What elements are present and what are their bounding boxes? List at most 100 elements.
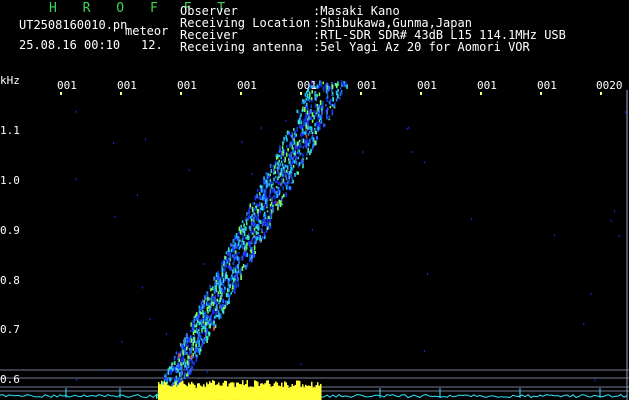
echo-pixel bbox=[283, 149, 286, 154]
file-name: UT2508160010.pn bbox=[19, 18, 128, 32]
burst-bar bbox=[291, 384, 293, 400]
echo-pixel bbox=[275, 186, 278, 189]
echo-pixel bbox=[290, 151, 292, 156]
echo-pixel bbox=[181, 359, 183, 364]
burst-bar bbox=[198, 383, 200, 400]
noise-pixel bbox=[166, 333, 168, 335]
echo-pixel bbox=[253, 245, 256, 251]
echo-pixel bbox=[314, 103, 317, 108]
echo-pixel bbox=[286, 130, 289, 134]
echo-pixel bbox=[285, 135, 287, 140]
burst-bar bbox=[213, 380, 215, 400]
echo-pixel bbox=[307, 98, 309, 101]
noise-pixel bbox=[121, 340, 123, 343]
echo-pixel bbox=[185, 373, 188, 377]
echo-pixel bbox=[321, 100, 324, 106]
echo-pixel bbox=[306, 137, 308, 142]
noise-pixel bbox=[76, 378, 78, 381]
echo-pixel bbox=[212, 286, 214, 291]
echo-pixel bbox=[298, 144, 301, 149]
x-tick-3: 001 bbox=[177, 79, 197, 92]
echo-pixel bbox=[325, 104, 327, 107]
echo-pixel bbox=[293, 127, 295, 131]
echo-pixel bbox=[207, 320, 209, 324]
burst-bar bbox=[285, 382, 287, 400]
echo-pixel bbox=[278, 171, 280, 176]
echo-pixel bbox=[312, 144, 314, 149]
echo-pixel bbox=[215, 311, 217, 315]
echo-pixel bbox=[246, 242, 248, 246]
echo-pixel bbox=[202, 310, 204, 315]
burst-bar bbox=[293, 385, 295, 400]
echo-pixel bbox=[169, 377, 171, 381]
echo-pixel bbox=[280, 182, 283, 187]
echo-pixel bbox=[281, 146, 284, 149]
echo-pixel bbox=[218, 315, 220, 320]
echo-pixel bbox=[208, 321, 211, 324]
burst-bar bbox=[239, 384, 241, 400]
echo-pixel bbox=[275, 180, 277, 184]
echo-pixel bbox=[225, 264, 228, 268]
echo-pixel bbox=[333, 104, 335, 107]
burst-bar bbox=[206, 382, 208, 400]
echo-pixel bbox=[236, 256, 239, 261]
burst-bar bbox=[162, 384, 164, 400]
echo-pixel bbox=[197, 315, 199, 320]
echo-pixel bbox=[224, 255, 226, 260]
echo-pixel bbox=[191, 360, 193, 365]
echo-pixel bbox=[279, 147, 281, 152]
echo-pixel bbox=[170, 369, 172, 374]
echo-pixel bbox=[244, 251, 246, 256]
echo-pixel bbox=[180, 373, 183, 376]
echo-pixel bbox=[295, 133, 297, 137]
echo-pixel bbox=[195, 354, 198, 358]
burst-bar bbox=[182, 380, 184, 400]
echo-pixel bbox=[196, 346, 199, 350]
echo-pixel bbox=[196, 349, 199, 353]
echo-pixel bbox=[237, 269, 240, 274]
noise-pixel bbox=[427, 273, 428, 276]
burst-bar bbox=[294, 384, 296, 400]
burst-bar bbox=[189, 384, 191, 400]
echo-pixel bbox=[265, 179, 268, 183]
echo-pixel bbox=[263, 211, 266, 217]
echo-pixel bbox=[303, 99, 305, 105]
x-tick-5: 001 bbox=[297, 79, 317, 92]
echo-pixel bbox=[266, 210, 269, 213]
time-tick-marks bbox=[60, 92, 602, 95]
echo-pixel bbox=[328, 115, 331, 120]
echo-pixel bbox=[329, 98, 332, 101]
burst-bar bbox=[209, 381, 211, 400]
x-tick-2: 001 bbox=[117, 79, 137, 92]
time-tick bbox=[180, 92, 182, 95]
echo-pixel bbox=[272, 170, 275, 173]
burst-bar bbox=[167, 384, 169, 400]
burst-bar bbox=[188, 382, 190, 400]
echo-pixel bbox=[223, 268, 226, 272]
echo-pixel bbox=[200, 319, 202, 323]
echo-pixel bbox=[265, 172, 268, 176]
echo-pixel bbox=[216, 277, 218, 280]
echo-pixel bbox=[279, 172, 282, 177]
time-tick bbox=[240, 92, 242, 95]
echo-pixel bbox=[264, 191, 267, 197]
burst-bar bbox=[195, 388, 197, 400]
noise-pixel bbox=[251, 172, 253, 175]
echo-pixel bbox=[308, 96, 311, 100]
echo-pixel bbox=[255, 231, 258, 235]
echo-pixel bbox=[290, 141, 292, 145]
echo-pixel bbox=[241, 232, 243, 236]
echo-pixel bbox=[186, 346, 188, 351]
echo-pixel bbox=[278, 159, 280, 163]
burst-bar bbox=[168, 385, 170, 400]
echo-pixel bbox=[212, 302, 215, 307]
burst-bar bbox=[170, 386, 172, 400]
echo-pixel bbox=[309, 138, 311, 144]
noise-pixel bbox=[406, 127, 408, 130]
echo-pixel bbox=[283, 169, 285, 174]
echo-pixel bbox=[180, 375, 182, 379]
burst-bar bbox=[225, 381, 227, 400]
echo-pixel bbox=[305, 144, 308, 149]
burst-bar bbox=[185, 384, 187, 400]
echo-pixel bbox=[178, 358, 181, 363]
